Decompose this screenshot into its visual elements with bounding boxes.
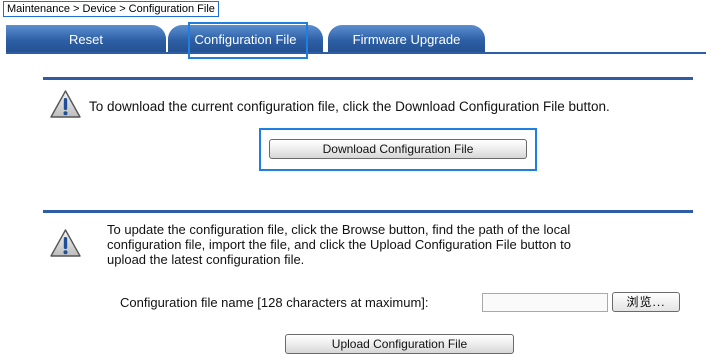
browse-button[interactable]: 浏览... — [612, 292, 680, 312]
upload-instructions-line: To update the configuration file, click … — [107, 222, 571, 237]
upload-section-divider — [43, 210, 693, 213]
tab-configuration-file[interactable]: Configuration File — [168, 25, 323, 53]
upload-instructions: To update the configuration file, click … — [107, 222, 667, 267]
warning-icon — [50, 90, 81, 118]
warning-icon — [50, 229, 81, 257]
tab-reset[interactable]: Reset — [6, 25, 166, 53]
file-name-label: Configuration file name [128 characters … — [120, 295, 429, 310]
tab-underline — [6, 52, 706, 54]
breadcrumb: Maintenance > Device > Configuration Fil… — [3, 1, 219, 17]
upload-instructions-line: configuration file, import the file, and… — [107, 237, 571, 252]
upload-configuration-button[interactable]: Upload Configuration File — [285, 334, 514, 354]
tab-bar: Reset Configuration File Firmware Upgrad… — [6, 23, 706, 55]
tab-firmware-upgrade[interactable]: Firmware Upgrade — [328, 25, 485, 53]
download-instructions: To download the current configuration fi… — [89, 99, 610, 114]
download-configuration-button[interactable]: Download Configuration File — [269, 139, 527, 159]
download-section-divider — [43, 77, 693, 80]
upload-instructions-line: upload the latest configuration file. — [107, 252, 305, 267]
file-path-input[interactable] — [482, 293, 608, 312]
